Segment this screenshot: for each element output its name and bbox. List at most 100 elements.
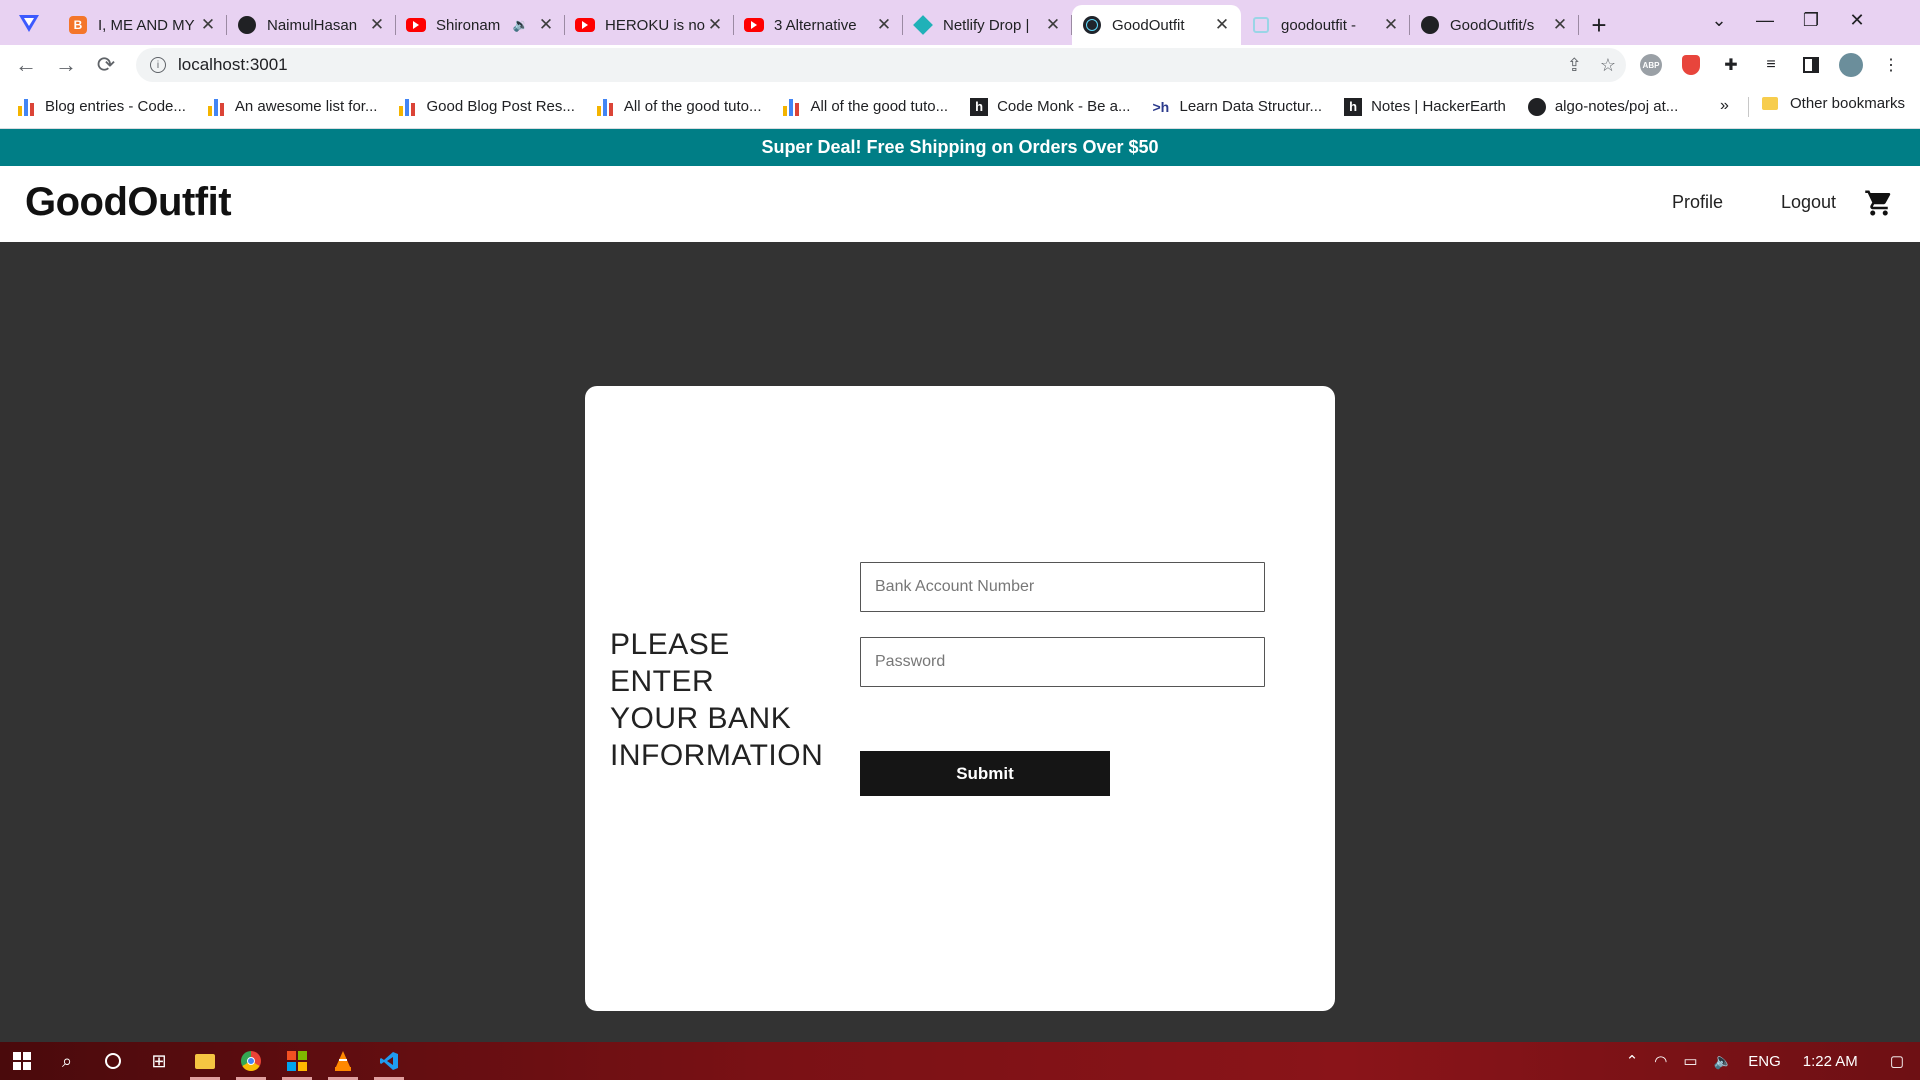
browser-tab[interactable]: goodoutfit - ✕: [1241, 5, 1410, 45]
task-view-icon[interactable]: ⊞: [136, 1042, 182, 1080]
tab-strip: B I, ME AND MY ✕ NaimulHasan ✕ Shironam 🔉 ✕ HERO…: [0, 0, 1920, 45]
extensions-puzzle-icon[interactable]: ✚: [1718, 52, 1744, 78]
close-window-button[interactable]: ✕: [1834, 0, 1880, 40]
clock[interactable]: 1:22 AM: [1803, 1053, 1858, 1070]
youtube-icon: [744, 15, 764, 35]
bank-account-input[interactable]: [860, 562, 1265, 612]
back-icon[interactable]: ←: [6, 45, 46, 85]
bookmark-item[interactable]: >h Learn Data Structur...: [1152, 98, 1322, 116]
bookmark-item[interactable]: h Code Monk - Be a...: [970, 97, 1130, 116]
windows-start-icon[interactable]: [0, 1042, 44, 1080]
side-panel-icon[interactable]: [1798, 52, 1824, 78]
close-tab-icon[interactable]: ✕: [706, 15, 724, 35]
bookmarks-overflow-button[interactable]: »: [1720, 97, 1729, 115]
vpn-extension-icon[interactable]: [0, 0, 58, 45]
close-tab-icon[interactable]: ✕: [875, 15, 893, 35]
close-tab-icon[interactable]: ✕: [537, 15, 555, 35]
tab-audio-icon[interactable]: 🔉: [513, 17, 529, 33]
bar-chart-icon: [18, 98, 36, 116]
minimize-button[interactable]: —: [1742, 0, 1788, 40]
bookmark-label: Blog entries - Code...: [45, 98, 186, 115]
volume-icon[interactable]: 🔈: [1714, 1052, 1733, 1070]
media-control-icon[interactable]: ≡: [1758, 52, 1784, 78]
bookmark-star-icon[interactable]: ☆: [1600, 55, 1616, 76]
hackerearth-icon: h: [1344, 97, 1363, 116]
search-icon[interactable]: ⌕: [44, 1042, 90, 1080]
submit-button[interactable]: Submit: [860, 751, 1110, 796]
tab-search-icon[interactable]: ⌄: [1696, 0, 1742, 40]
browser-tab[interactable]: Shironam 🔉 ✕: [396, 5, 565, 45]
browser-tab[interactable]: NaimulHasan ✕: [227, 5, 396, 45]
browser-tab[interactable]: GoodOutfit/s ✕: [1410, 5, 1579, 45]
bookmark-item[interactable]: Good Blog Post Res...: [399, 98, 575, 116]
other-bookmarks[interactable]: Other bookmarks: [1762, 95, 1905, 112]
tab-title: Netlify Drop |: [943, 16, 1030, 34]
restore-button[interactable]: ❐: [1788, 0, 1834, 40]
tab-title: goodoutfit -: [1281, 16, 1357, 34]
bookmark-label: An awesome list for...: [234, 98, 378, 115]
netlify-icon: [913, 15, 933, 35]
bookmarks-divider: [1748, 97, 1749, 117]
close-tab-icon[interactable]: ✕: [1213, 15, 1231, 35]
language-indicator[interactable]: ENG: [1748, 1053, 1781, 1070]
window-controls: ⌄ — ❐ ✕: [1696, 0, 1880, 40]
close-tab-icon[interactable]: ✕: [1044, 15, 1062, 35]
bank-info-card: PLEASE ENTER YOUR BANK INFORMATION Submi…: [585, 386, 1335, 1011]
password-input[interactable]: [860, 637, 1265, 687]
notification-center-icon[interactable]: ▢: [1890, 1052, 1904, 1070]
tab-title: HEROKU is no: [605, 16, 706, 34]
bookmark-label: Notes | HackerEarth: [1371, 98, 1506, 115]
shield-extension-icon[interactable]: [1678, 52, 1704, 78]
site-info-icon[interactable]: i: [150, 57, 166, 73]
vlc-icon[interactable]: [320, 1042, 366, 1080]
github-icon: [1420, 15, 1440, 35]
cart-icon[interactable]: [1864, 188, 1894, 218]
tray-overflow-icon[interactable]: ⌃: [1626, 1052, 1639, 1070]
close-tab-icon[interactable]: ✕: [1382, 15, 1400, 35]
bookmark-item[interactable]: An awesome list for...: [207, 98, 378, 116]
bookmark-label: algo-notes/poj at...: [1554, 98, 1679, 115]
reload-icon[interactable]: ⟳: [86, 45, 126, 85]
youtube-icon: [406, 15, 426, 35]
close-tab-icon[interactable]: ✕: [199, 15, 217, 35]
bank-form-heading: PLEASE ENTER YOUR BANK INFORMATION: [610, 628, 824, 772]
browser-menu-icon[interactable]: ⋮: [1878, 52, 1904, 78]
bookmark-item[interactable]: h Notes | HackerEarth: [1344, 97, 1506, 116]
profile-avatar[interactable]: [1838, 52, 1864, 78]
url-text[interactable]: localhost:3001: [178, 55, 288, 75]
chrome-icon[interactable]: [228, 1042, 274, 1080]
tab-title: GoodOutfit/s: [1450, 16, 1535, 34]
cortana-icon[interactable]: [90, 1042, 136, 1080]
bookmark-item[interactable]: algo-notes/poj at...: [1527, 97, 1679, 116]
battery-icon[interactable]: ▭: [1683, 1052, 1697, 1070]
bookmark-item[interactable]: Blog entries - Code...: [18, 98, 186, 116]
bar-chart-icon: [596, 98, 615, 116]
wifi-icon[interactable]: ◠: [1654, 1052, 1667, 1070]
browser-tab[interactable]: GoodOutfit ✕: [1072, 5, 1241, 45]
nav-profile-link[interactable]: Profile: [1672, 192, 1723, 213]
bookmark-label: Learn Data Structur...: [1179, 98, 1323, 115]
close-tab-icon[interactable]: ✕: [368, 15, 386, 35]
nav-logout-link[interactable]: Logout: [1781, 192, 1836, 213]
github-icon: [237, 15, 257, 35]
site-logo[interactable]: GoodOutfit: [25, 180, 232, 225]
windows-taskbar: ⌕ ⊞ ⌃ ◠ ▭ 🔈 ENG 1:22 AM ▢: [0, 1042, 1920, 1080]
share-icon[interactable]: ⇪: [1567, 55, 1582, 76]
close-tab-icon[interactable]: ✕: [1551, 15, 1569, 35]
address-bar[interactable]: i localhost:3001 ⇪ ☆: [136, 48, 1626, 82]
browser-tab[interactable]: 3 Alternative ✕: [734, 5, 903, 45]
bookmarks-bar: Blog entries - Code... An awesome list fo…: [0, 85, 1920, 129]
browser-tab[interactable]: Netlify Drop | ✕: [903, 5, 1072, 45]
browser-tab[interactable]: HEROKU is no ✕: [565, 5, 734, 45]
app-grid-icon[interactable]: [274, 1042, 320, 1080]
browser-tab[interactable]: B I, ME AND MY ✕: [58, 5, 227, 45]
adblock-icon[interactable]: ABP: [1638, 52, 1664, 78]
tab-separator: [1578, 15, 1579, 35]
blogger-icon: B: [68, 15, 88, 35]
bookmark-item[interactable]: All of the good tuto...: [783, 98, 948, 116]
vscode-icon[interactable]: [366, 1042, 412, 1080]
bookmark-item[interactable]: All of the good tuto...: [596, 98, 761, 116]
forward-icon[interactable]: →: [46, 45, 86, 85]
file-explorer-icon[interactable]: [182, 1042, 228, 1080]
new-tab-button[interactable]: +: [1579, 5, 1619, 45]
